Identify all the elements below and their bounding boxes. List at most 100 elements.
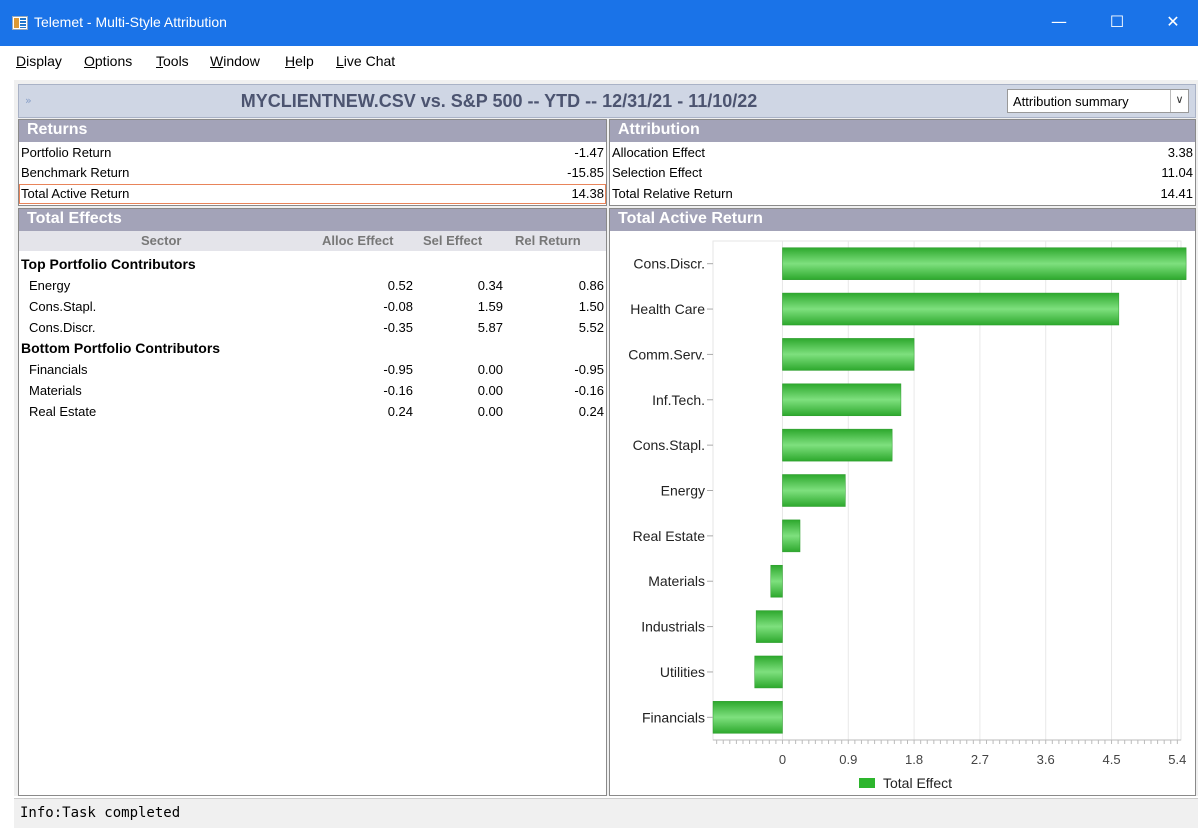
menu-tools[interactable]: Tools [156,53,189,69]
x-tick-label: 3.6 [1037,752,1055,767]
bar [782,383,902,417]
window-title: Telemet - Multi-Style Attribution [34,14,227,30]
attribution-row-value: 14.41 [1160,186,1193,201]
menu-display[interactable]: Display [16,53,62,69]
col-alloc-effect[interactable]: Alloc Effect [322,233,394,248]
returns-panel: Returns Portfolio Return -1.47 Benchmark… [18,119,607,206]
menu-options-key: O [84,53,95,69]
menu-tools-rest: ools [163,53,189,69]
menu-live-chat-key: L [336,53,344,69]
bar [770,564,783,598]
x-tick-label: 1.8 [905,752,923,767]
menu-options[interactable]: Options [84,53,132,69]
bar [782,338,915,371]
cell-sel: 0.00 [477,404,503,419]
cell-rel: 1.50 [578,299,604,314]
attribution-row: Selection Effect 11.04 [610,163,1195,183]
category-label: Cons.Stapl. [633,437,705,453]
menu-live-chat[interactable]: Live Chat [336,53,395,69]
cell-alloc: -0.16 [383,383,413,398]
bar [782,428,893,462]
total-effects-panel: Total Effects Sector Alloc Effect Sel Ef… [18,208,607,796]
chart-title: Total Active Return [610,209,1195,231]
cell-sector: Financials [29,362,88,377]
category-label: Energy [661,483,705,499]
returns-row-label: Benchmark Return [21,165,130,180]
cell-rel: 0.24 [578,404,604,419]
bar [782,474,846,507]
bar [712,701,783,734]
cell-sector: Energy [29,278,71,293]
cell-sector: Real Estate [29,404,97,419]
returns-title: Returns [19,120,606,142]
x-tick-label: 5.4 [1168,752,1186,767]
cell-sel: 1.59 [477,299,503,314]
group-label: Top Portfolio Contributors [21,256,196,272]
report-header: » MYCLIENTNEW.CSV vs. S&P 500 -- YTD -- … [18,84,1196,118]
category-label: Health Care [630,301,705,317]
attribution-row-value: 3.38 [1167,145,1193,160]
col-rel-return[interactable]: Rel Return [515,233,581,248]
group-header: Bottom Portfolio Contributors [19,339,606,359]
close-button[interactable]: ✕ [1150,0,1196,46]
table-row[interactable]: Materials -0.16 0.00 -0.16 [19,381,606,401]
cell-rel: 5.52 [578,320,604,335]
menu-window-rest: indow [223,53,260,69]
category-label: Utilities [660,664,705,680]
cell-rel: -0.16 [574,383,604,398]
menu-help-key: H [285,53,296,69]
total-effects-header: Sector Alloc Effect Sel Effect Rel Retur… [19,231,606,251]
cell-alloc: 0.24 [387,404,413,419]
view-select-value: Attribution summary [1013,94,1129,109]
cell-alloc: -0.95 [383,362,413,377]
cell-alloc: -0.08 [383,299,413,314]
returns-row-value: -15.85 [567,165,604,180]
cell-alloc: 0.52 [387,278,413,293]
returns-row-label: Total Active Return [21,186,130,201]
x-tick-label: 0.9 [839,752,857,767]
category-label: Inf.Tech. [652,392,705,408]
legend-swatch [859,778,875,788]
returns-row-selected[interactable]: Total Active Return 14.38 [19,184,606,204]
menu-bar: Display Options Tools Window Help Live C… [0,46,1198,76]
attribution-row: Total Relative Return 14.41 [610,184,1195,204]
table-row[interactable]: Cons.Stapl. -0.08 1.59 1.50 [19,297,606,317]
chart-panel: Total Active Return Cons.Discr. Health Ca… [609,208,1196,796]
category-label: Real Estate [633,528,706,544]
attribution-row-label: Total Relative Return [612,186,733,201]
table-row[interactable]: Real Estate 0.24 0.00 0.24 [19,402,606,422]
col-sector[interactable]: Sector [141,233,181,248]
group-label: Bottom Portfolio Contributors [21,340,221,356]
bar [755,610,783,643]
table-row[interactable]: Energy 0.52 0.34 0.86 [19,276,606,296]
returns-row-value: -1.47 [574,145,604,160]
bar [782,247,1187,280]
minimize-button[interactable]: — [1036,0,1082,46]
menu-window[interactable]: Window [210,53,260,69]
bar [782,519,801,553]
attribution-row: Allocation Effect 3.38 [610,143,1195,163]
table-row[interactable]: Financials -0.95 0.00 -0.95 [19,360,606,380]
table-row[interactable]: Cons.Discr. -0.35 5.87 5.52 [19,318,606,338]
attribution-title: Attribution [610,120,1195,142]
menu-help-rest: elp [295,53,314,69]
x-tick-label: 0 [779,752,786,767]
x-tick-label: 2.7 [971,752,989,767]
maximize-button[interactable]: ☐ [1094,0,1140,46]
returns-row-value: 14.38 [571,186,604,201]
col-sel-effect[interactable]: Sel Effect [423,233,482,248]
returns-row-label: Portfolio Return [21,145,112,160]
status-text: Info:Task completed [20,805,181,821]
chevron-down-icon[interactable]: ∨ [1170,90,1188,112]
attribution-row-value: 11.04 [1161,165,1193,180]
menu-help[interactable]: Help [285,53,314,69]
attribution-panel: Attribution Allocation Effect 3.38 Selec… [609,119,1196,206]
cell-sel: 0.00 [477,383,503,398]
bar [754,655,783,689]
view-select[interactable]: Attribution summary ∨ [1007,89,1189,113]
attribution-row-label: Selection Effect [612,165,703,180]
menu-display-rest: isplay [26,53,62,69]
category-label: Materials [648,573,705,589]
cell-sel: 0.34 [477,278,503,293]
bar [782,292,1120,326]
